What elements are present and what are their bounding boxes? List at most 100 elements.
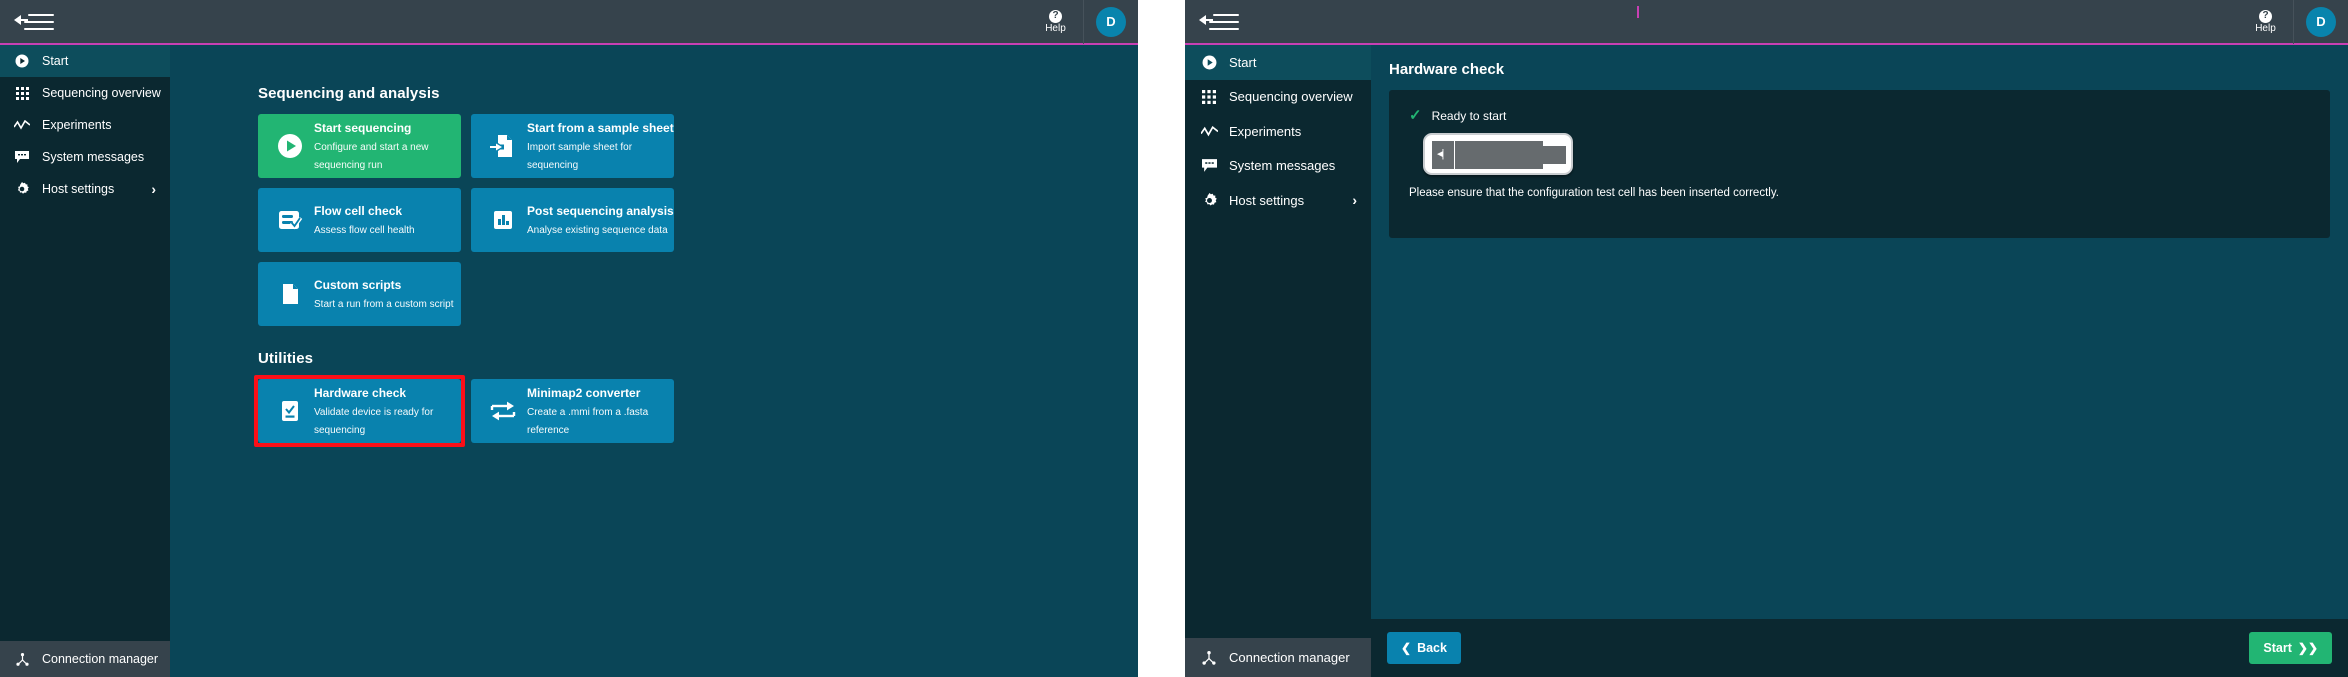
document-icon: [276, 280, 304, 308]
grid-dots-icon: [10, 86, 34, 100]
sidebar-item-connection-manager[interactable]: Connection manager: [0, 641, 170, 677]
card-subtitle: Import sample sheet for sequencing: [527, 142, 633, 171]
instruction-note: Please ensure that the configuration tes…: [1409, 187, 1779, 199]
convert-arrows-icon: [489, 397, 517, 425]
card-title: Start sequencing: [314, 121, 412, 135]
avatar[interactable]: D: [2306, 6, 2336, 37]
panel-divider: [1138, 0, 1185, 677]
right-footer-bar: ❮ Back Start ❯❯: [1371, 619, 2348, 677]
section-utilities: Utilities Hardware check Validate device…: [254, 350, 1138, 447]
utilities-card-grid: Hardware check Validate device is ready …: [258, 379, 684, 443]
flow-cell-step-b: [1543, 146, 1566, 164]
chevron-left-icon: ❮: [1401, 641, 1412, 655]
left-sidebar-nav: Start Sequencing overview Experiments Sy…: [0, 45, 170, 641]
card-text: Minimap2 converter Create a .mmi from a …: [527, 384, 674, 438]
file-import-icon: [489, 132, 517, 160]
card-title: Start from a sample sheet: [527, 121, 674, 135]
start-button[interactable]: Start ❯❯: [2249, 632, 2332, 664]
connection-manager-label: Connection manager: [42, 652, 159, 666]
card-hardware-check[interactable]: Hardware check Validate device is ready …: [258, 379, 461, 443]
line-chart-icon: [10, 120, 34, 130]
card-text: Start sequencing Configure and start a n…: [314, 119, 461, 173]
right-sidebar-nav: Start Sequencing overview Experiments Sy…: [1185, 45, 1371, 638]
card-post-sequencing-analysis[interactable]: Post sequencing analysis Analyse existin…: [471, 188, 674, 252]
flow-cell-arrow-glyph: ◂|: [1437, 148, 1444, 160]
page-title: Hardware check: [1389, 61, 1505, 78]
section-title: Sequencing and analysis: [258, 85, 440, 102]
back-button-label: Back: [1417, 641, 1447, 655]
card-minimap2-converter[interactable]: Minimap2 converter Create a .mmi from a …: [471, 379, 674, 443]
card-subtitle: Create a .mmi from a .fasta reference: [527, 407, 649, 436]
chevron-double-right-icon: ❯❯: [2297, 641, 2318, 655]
card-custom-scripts[interactable]: Custom scripts Start a run from a custom…: [258, 262, 461, 326]
left-body: Start Sequencing overview Experiments Sy…: [0, 45, 1138, 677]
sidebar-item-host-settings[interactable]: Host settings ›: [0, 173, 170, 205]
help-label: Help: [2255, 22, 2276, 34]
help-button[interactable]: ? Help: [2238, 0, 2294, 44]
start-button-label: Start: [2263, 641, 2292, 655]
sidebar-item-host-settings[interactable]: Host settings ›: [1185, 183, 1371, 218]
help-label: Help: [1045, 22, 1066, 34]
sidebar-item-label: Start: [1229, 54, 1257, 70]
collapse-menu-icon[interactable]: [1199, 11, 1239, 33]
card-start-from-a-sample-sheet[interactable]: Start from a sample sheet Import sample …: [471, 114, 674, 178]
sidebar-item-label: System messages: [42, 150, 145, 164]
network-node-icon: [1197, 650, 1221, 665]
check-icon: ✓: [1409, 107, 1422, 124]
sidebar-item-start[interactable]: Start: [0, 45, 170, 77]
question-mark-icon: ?: [2259, 9, 2272, 23]
sidebar-item-label: Start: [42, 54, 69, 68]
collapse-menu-icon[interactable]: [14, 11, 54, 33]
left-panel-window: ? Help D Start Sequencing overview Exper…: [0, 0, 1138, 677]
gear-icon: [1197, 192, 1221, 208]
sidebar-item-label: Host settings: [1229, 192, 1305, 208]
right-topbar-actions: ? Help D: [2238, 0, 2348, 44]
chat-bubble-icon: [1197, 159, 1221, 173]
card-title: Custom scripts: [314, 278, 402, 292]
screenshot-composite: ? Help D Start Sequencing overview Exper…: [0, 0, 2348, 677]
right-body: Start Sequencing overview Experiments Sy…: [1185, 45, 2348, 677]
sidebar-item-label: Host settings: [42, 182, 115, 196]
card-subtitle: Analyse existing sequence data: [527, 225, 668, 236]
gear-icon: [10, 182, 34, 196]
network-node-icon: [10, 652, 34, 666]
progress-tick-marker: [1637, 6, 1639, 18]
card-title: Hardware check: [314, 386, 407, 400]
question-mark-icon: ?: [1049, 9, 1062, 23]
card-text: Hardware check Validate device is ready …: [314, 384, 461, 438]
bar-chart-icon: [489, 206, 517, 234]
card-text: Custom scripts Start a run from a custom…: [314, 276, 454, 312]
left-sidebar: Start Sequencing overview Experiments Sy…: [0, 45, 170, 677]
grid-dots-icon: [1197, 89, 1221, 104]
sidebar-item-experiments[interactable]: Experiments: [1185, 114, 1371, 149]
back-button[interactable]: ❮ Back: [1387, 632, 1461, 664]
checklist-icon: [276, 206, 304, 234]
sidebar-item-sequencing-overview[interactable]: Sequencing overview: [0, 77, 170, 109]
sidebar-item-start[interactable]: Start: [1185, 45, 1371, 80]
flow-cell-graphic: ◂|: [1423, 133, 1573, 175]
help-button[interactable]: ? Help: [1028, 0, 1084, 44]
card-title: Post sequencing analysis: [527, 204, 674, 218]
sidebar-item-label: System messages: [1229, 158, 1336, 174]
sidebar-item-sequencing-overview[interactable]: Sequencing overview: [1185, 80, 1371, 115]
sidebar-item-connection-manager[interactable]: Connection manager: [1185, 638, 1371, 677]
card-start-sequencing[interactable]: Start sequencing Configure and start a n…: [258, 114, 461, 178]
sidebar-item-label: Sequencing overview: [42, 86, 161, 100]
sidebar-item-experiments[interactable]: Experiments: [0, 109, 170, 141]
play-circle-icon: [276, 132, 304, 160]
chevron-right-icon: ›: [151, 181, 156, 197]
card-subtitle: Configure and start a new sequencing run: [314, 142, 429, 171]
hardware-check-card: ✓ Ready to start ◂| Please ensure that t…: [1389, 90, 2330, 238]
sidebar-item-system-messages[interactable]: System messages: [0, 141, 170, 173]
status-row: ✓ Ready to start: [1409, 108, 2310, 123]
sidebar-item-label: Experiments: [42, 118, 112, 132]
sidebar-item-label: Experiments: [1229, 123, 1302, 139]
chevron-right-icon: ›: [1352, 192, 1357, 209]
card-flow-cell-check[interactable]: Flow cell check Assess flow cell health: [258, 188, 461, 252]
line-chart-icon: [1197, 125, 1221, 137]
sidebar-item-system-messages[interactable]: System messages: [1185, 149, 1371, 184]
chat-bubble-icon: [10, 151, 34, 163]
card-subtitle: Start a run from a custom script: [314, 299, 454, 310]
avatar[interactable]: D: [1096, 6, 1126, 37]
left-topbar: ? Help D: [0, 0, 1138, 45]
